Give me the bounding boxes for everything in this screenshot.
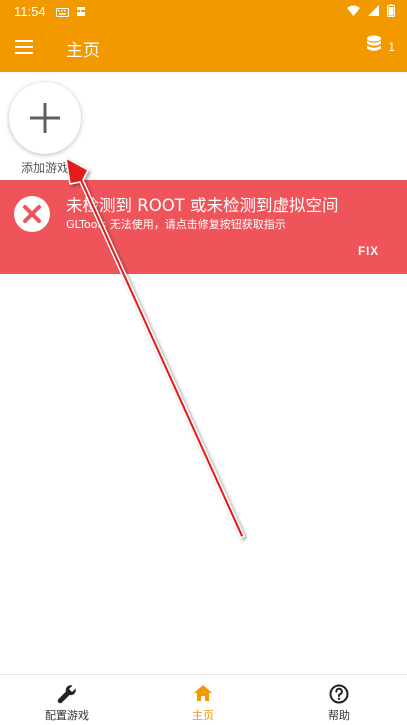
signal-icon — [368, 5, 379, 19]
menu-button[interactable] — [10, 35, 40, 59]
add-game-circle[interactable] — [9, 82, 81, 154]
add-game-button[interactable]: 添加游戏 — [8, 82, 82, 182]
database-coins-icon — [366, 35, 382, 59]
home-icon — [193, 684, 213, 706]
status-right-icons — [347, 4, 395, 20]
status-bar: 11:54 — [0, 0, 407, 22]
nav-help[interactable]: 帮助 — [279, 675, 399, 725]
error-subtitle: GLTools 无法使用，请点击修复按钮获取指示 — [66, 218, 286, 231]
wrench-icon — [57, 684, 77, 708]
add-game-label: 添加游戏 — [20, 161, 69, 175]
error-icon-circle — [14, 196, 50, 232]
coin-balance-button[interactable]: 1 — [366, 35, 395, 59]
bottom-navigation: 配置游戏 主页 帮助 — [0, 674, 407, 725]
coin-count: 1 — [388, 40, 395, 54]
nav-home[interactable]: 主页 — [143, 675, 263, 725]
help-icon — [329, 684, 349, 708]
status-left-icons — [56, 5, 87, 20]
app-notification-icon — [75, 5, 87, 20]
nav-home-label: 主页 — [192, 709, 214, 722]
status-time: 11:54 — [14, 4, 46, 19]
nav-help-label: 帮助 — [328, 709, 350, 722]
battery-icon — [387, 4, 395, 20]
page-title: 主页 — [66, 41, 100, 61]
error-title: 未检测到 ROOT 或未检测到虚拟空间 — [66, 196, 339, 215]
fix-button[interactable]: FIX — [358, 246, 379, 258]
wifi-icon — [347, 5, 360, 19]
app-bar: 主页 1 — [0, 22, 407, 72]
nav-config-games-label: 配置游戏 — [45, 709, 89, 722]
keyboard-icon — [56, 6, 69, 20]
screen: 11:54 主页 1 添加游戏 未检测到 ROOT 或未检测到虚拟空间 GLTo… — [0, 0, 407, 725]
nav-config-games[interactable]: 配置游戏 — [7, 675, 127, 725]
